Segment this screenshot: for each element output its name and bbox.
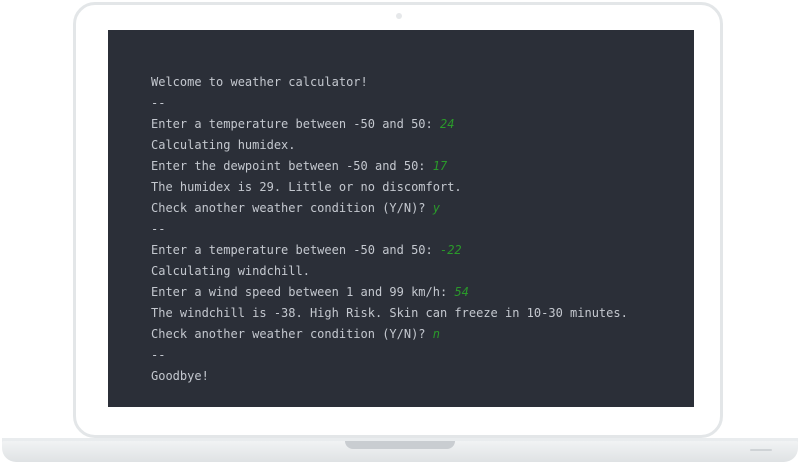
output-text: Check another weather condition (Y/N)? (151, 327, 433, 341)
terminal-line: Check another weather condition (Y/N)? n (151, 324, 694, 345)
output-text: Enter a temperature between -50 and 50: (151, 117, 440, 131)
output-text: Enter a wind speed between 1 and 99 km/h… (151, 285, 455, 299)
terminal-line: Enter a temperature between -50 and 50: … (151, 114, 694, 135)
output-text: -- (151, 96, 166, 110)
output-text: Goodbye! (151, 369, 209, 383)
output-text: Enter a temperature between -50 and 50: (151, 243, 440, 257)
output-text: Welcome to weather calculator! (151, 75, 368, 89)
terminal-line: The windchill is -38. High Risk. Skin ca… (151, 303, 694, 324)
camera-dot (396, 13, 402, 19)
terminal-line: -- (151, 345, 694, 366)
output-text: Enter the dewpoint between -50 and 50: (151, 159, 433, 173)
base-indicator-mark (750, 449, 772, 451)
output-text: Calculating windchill. (151, 264, 310, 278)
terminal-line: Enter a wind speed between 1 and 99 km/h… (151, 282, 694, 303)
terminal-line: -- (151, 219, 694, 240)
laptop-notch (345, 441, 455, 449)
terminal-line: Calculating humidex. (151, 135, 694, 156)
terminal-line: Enter a temperature between -50 and 50: … (151, 240, 694, 261)
user-input: n (432, 327, 440, 341)
user-input: -22 (439, 243, 462, 257)
terminal-line: Calculating windchill. (151, 261, 694, 282)
output-text: Check another weather condition (Y/N)? (151, 201, 433, 215)
output-text: The humidex is 29. Little or no discomfo… (151, 180, 462, 194)
user-input: 17 (432, 159, 448, 173)
output-text: -- (151, 348, 166, 362)
terminal-line: Welcome to weather calculator! (151, 72, 694, 93)
output-text: The windchill is -38. High Risk. Skin ca… (151, 306, 628, 320)
terminal-line: The humidex is 29. Little or no discomfo… (151, 177, 694, 198)
terminal-line: Goodbye! (151, 366, 694, 387)
output-text: -- (151, 222, 166, 236)
laptop-mockup: Welcome to weather calculator! -- Enter … (0, 0, 800, 466)
user-input: 54 (454, 285, 469, 299)
user-input: y (432, 201, 440, 215)
terminal-line: -- (151, 93, 694, 114)
output-text: Calculating humidex. (151, 138, 296, 152)
user-input: 24 (439, 117, 455, 131)
terminal-screen: Welcome to weather calculator! -- Enter … (108, 30, 694, 407)
terminal-line: Enter the dewpoint between -50 and 50: 1… (151, 156, 694, 177)
terminal-line: Check another weather condition (Y/N)? y (151, 198, 694, 219)
